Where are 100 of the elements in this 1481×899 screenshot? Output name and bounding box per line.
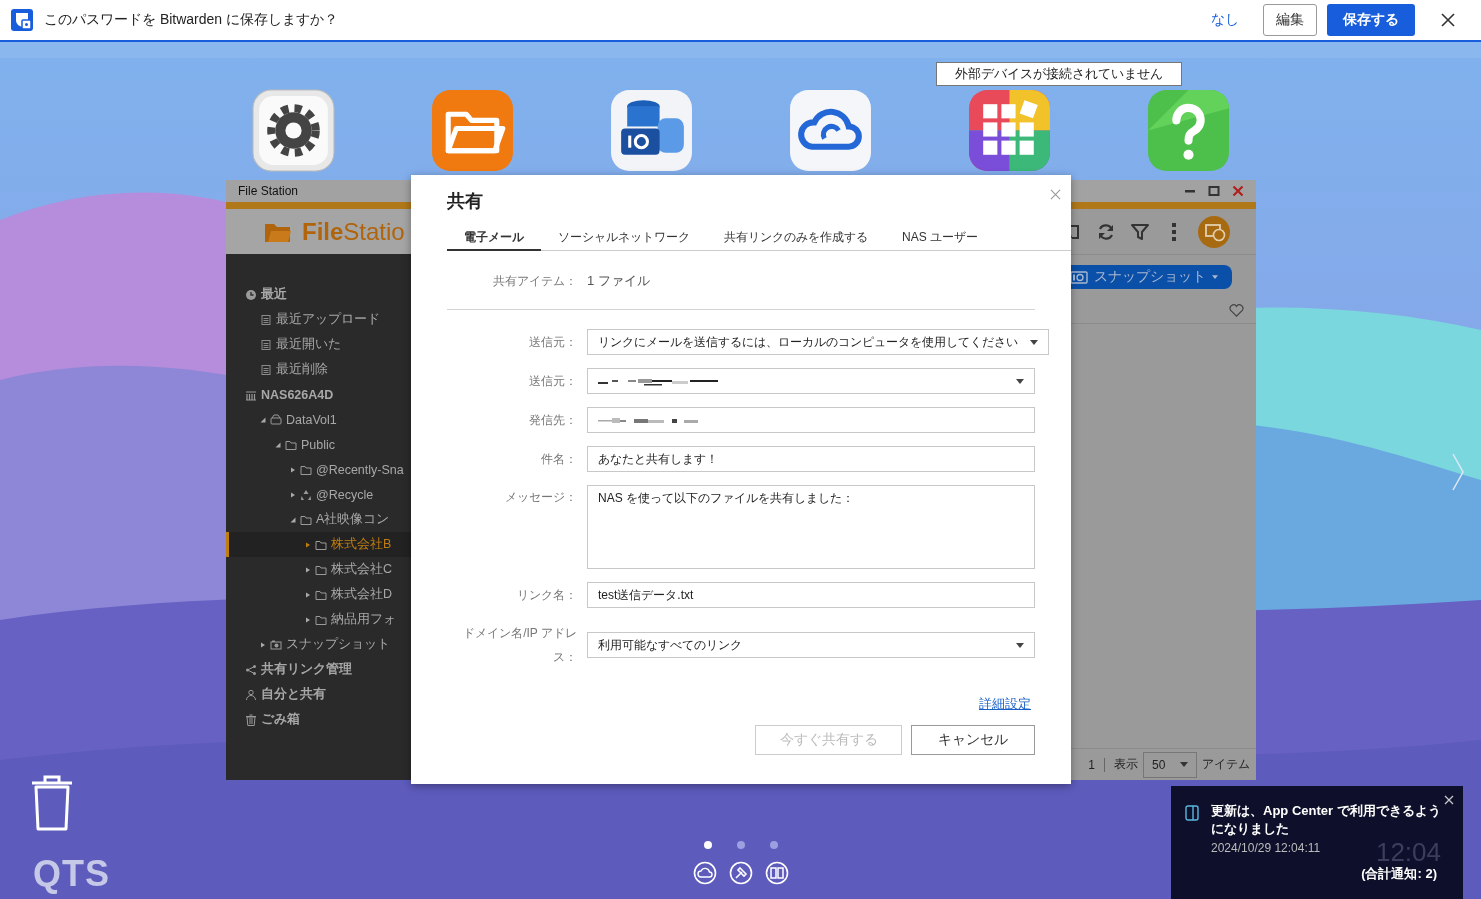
list-icon [260,363,272,376]
wrench-icon[interactable] [729,861,753,885]
list-icon [260,313,272,326]
items-label: アイテム [1202,756,1250,773]
caret-right-icon[interactable] [305,616,311,623]
caret-down-icon[interactable] [290,516,296,523]
caret-down-icon[interactable] [260,416,266,423]
tree-item[interactable]: Public [226,432,456,457]
tree-item[interactable]: NAS626A4D [226,382,456,407]
field-label: ドメイン名/IP アドレス： [462,625,577,666]
page-number: 1 [1088,757,1095,772]
maximize-icon[interactable] [1208,185,1220,197]
caret-right-icon[interactable] [305,541,311,548]
dialog-title: 共有 [447,190,483,213]
cloud-icon[interactable] [788,88,873,173]
notification-message: 更新は、App Center で利用できるようになりました [1211,802,1441,838]
drive-icon [270,413,282,426]
share-icon [245,663,257,676]
caret-right-icon[interactable] [260,641,266,648]
field-label: メッセージ： [504,489,577,506]
text-field[interactable]: あなたと共有します！ [587,446,1035,472]
camera-icon [1070,269,1088,284]
database-icon[interactable] [609,88,694,173]
page-dot[interactable] [770,841,778,849]
tree-item[interactable]: 最近削除 [226,357,456,382]
book-icon[interactable] [765,861,789,885]
cancel-button[interactable]: キャンセル [911,725,1035,755]
folder-icon [315,613,327,626]
brand-logo-text: QTS [33,853,110,895]
shield-lock-icon [10,8,34,32]
message-field[interactable]: NAS を使って以下のファイルを共有しました： [587,485,1035,569]
caret-down-icon [1016,642,1024,648]
tree-item[interactable]: @Recently-Sna [226,457,456,482]
close-icon[interactable] [1441,13,1455,27]
tree-item[interactable]: A社映像コン [226,507,456,532]
caret-down-icon [1016,378,1024,384]
field-label: 送信元： [528,373,577,390]
heart-icon[interactable] [1229,304,1244,317]
field-label: 件名： [540,451,577,468]
settings-icon[interactable] [251,88,336,173]
status-tooltip: 外部デバイスが接続されていません [936,62,1182,86]
text-field[interactable]: test送信データ.txt [587,582,1035,608]
save-button[interactable]: 保存する [1327,4,1415,36]
prompt-message: このパスワードを Bitwarden に保存しますか？ [44,11,339,29]
tab[interactable]: 電子メール [447,225,541,251]
dropdown[interactable] [587,368,1035,394]
tree-item[interactable]: 最近開いた [226,332,456,357]
per-page-dropdown[interactable]: 50 [1143,751,1197,778]
cloud-icon[interactable] [693,861,717,885]
grid-icon[interactable] [967,88,1052,173]
tree-item[interactable]: @Recycle [226,482,456,507]
folder-icon [285,438,297,451]
item-count: 1 ファイル [587,272,650,290]
edit-button[interactable]: 編集 [1263,4,1317,36]
field-label: 発信先： [528,412,577,429]
caret-down-icon [1030,339,1038,345]
window-title: File Station [238,184,299,198]
caret-down-icon[interactable] [275,441,281,448]
camera-icon [270,638,282,651]
never-link[interactable]: なし [1211,11,1239,29]
field-label: 送信元： [528,334,577,351]
caret-right-icon[interactable] [290,491,296,498]
caret-down-icon [1180,762,1188,767]
folder-icon [300,513,312,526]
tree-item[interactable]: DataVol1 [226,407,456,432]
trash-icon [245,713,257,726]
list-icon [260,338,272,351]
sidebar-panel-icon [1185,805,1199,821]
recycle-icon [300,488,312,501]
dropdown[interactable]: リンクにメールを送信するには、ローカルのコンピュータを使用してください [587,329,1049,355]
tab[interactable]: ソーシャルネットワーク [541,225,707,251]
filter-icon[interactable] [1130,221,1150,242]
folder-icon [315,563,327,576]
folder-icon [315,538,327,551]
show-label: 表示 [1114,756,1138,773]
caret-right-icon[interactable] [305,591,311,598]
app-logo-text: FileStatio [302,217,405,246]
person-icon [245,688,257,701]
notification-time: 2024/10/29 12:04:11 [1211,841,1321,855]
page-dot[interactable] [737,841,745,849]
folder-icon [300,463,312,476]
server-icon [245,388,257,401]
remote-desktop-icon[interactable] [1198,215,1230,248]
folder-icon[interactable] [430,88,515,173]
clock-icon [245,288,257,301]
field-label: リンク名： [516,587,577,604]
caret-right-icon[interactable] [290,466,296,473]
field-label: 共有アイテム： [492,273,577,290]
tab[interactable]: 共有リンクのみを作成する [707,225,885,251]
text-field[interactable] [587,407,1035,433]
folder-icon [315,588,327,601]
tab[interactable]: NAS ユーザー [885,225,995,251]
tree-item[interactable]: 株式会社C [226,557,456,582]
page-dot[interactable] [704,841,712,849]
caret-down-icon [1212,274,1218,279]
dropdown[interactable]: 利用可能なすべてのリンク [587,632,1035,658]
caret-right-icon[interactable] [305,566,311,573]
refresh-icon[interactable] [1096,221,1116,242]
notification-total: (合計通知: 2) [1360,865,1438,883]
advanced-settings-link[interactable]: 詳細設定 [979,695,1031,713]
